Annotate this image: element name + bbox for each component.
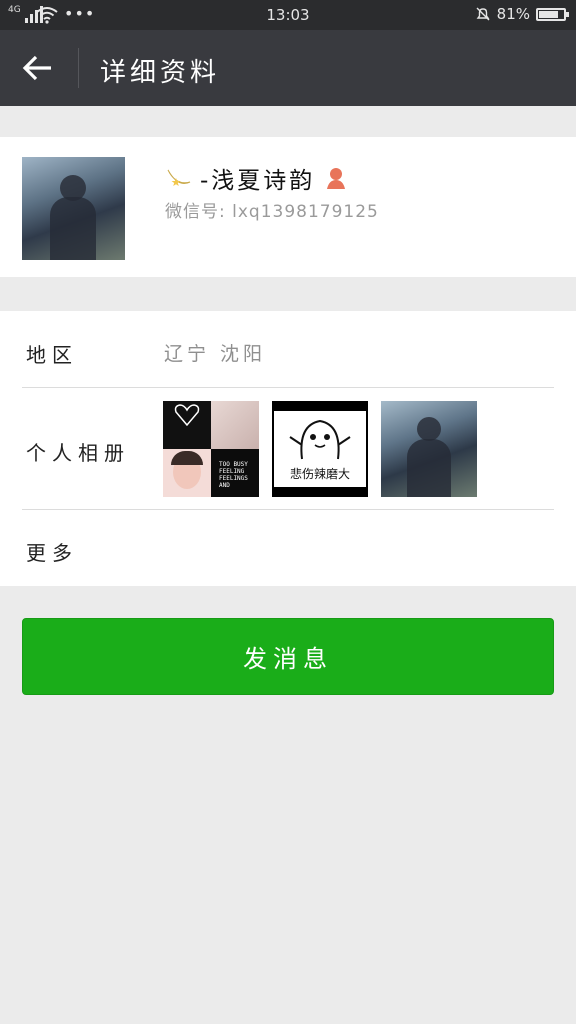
avatar[interactable] <box>22 157 125 260</box>
album-photo[interactable] <box>381 401 477 497</box>
mute-bell-icon <box>476 7 490 21</box>
ghost-sticker-icon <box>289 419 351 460</box>
region-label: 地区 <box>26 343 78 367</box>
send-message-button[interactable]: 发消息 <box>22 618 554 695</box>
battery-percent: 81% <box>496 5 530 23</box>
region-value: 辽宁 沈阳 <box>164 343 267 365</box>
album-photo[interactable]: 悲伤辣磨大 <box>272 401 368 497</box>
moon-star-icon <box>167 169 191 186</box>
album-photo-caption: 悲伤辣磨大 <box>289 467 350 481</box>
nickname: -浅夏诗韵 <box>200 168 316 194</box>
album-photo[interactable]: TOO BUSY FEELING FEELINGS AND <box>163 401 259 497</box>
nav-bar: 详细资料 <box>0 30 576 106</box>
nav-divider <box>78 48 79 88</box>
status-bar: 4G ••• 13:03 81% <box>0 0 576 30</box>
album-label: 个人相册 <box>26 441 130 465</box>
profile-card: -浅夏诗韵 微信号: lxq1398179125 <box>0 137 576 277</box>
battery-icon <box>536 7 569 21</box>
more-label[interactable]: 更多 <box>26 537 78 566</box>
info-section: 地区 辽宁 沈阳 个人相册 TOO BUSY FEELING FEELINGS … <box>0 311 576 586</box>
divider <box>22 387 554 388</box>
divider <box>22 509 554 510</box>
heart-icon <box>174 404 200 427</box>
album-photo-caption: TOO BUSY FEELING FEELINGS AND <box>211 449 259 497</box>
wechat-id: 微信号: lxq1398179125 <box>165 202 379 222</box>
back-arrow-icon[interactable] <box>20 50 56 86</box>
female-gender-icon <box>327 168 346 189</box>
page-title: 详细资料 <box>100 58 221 88</box>
